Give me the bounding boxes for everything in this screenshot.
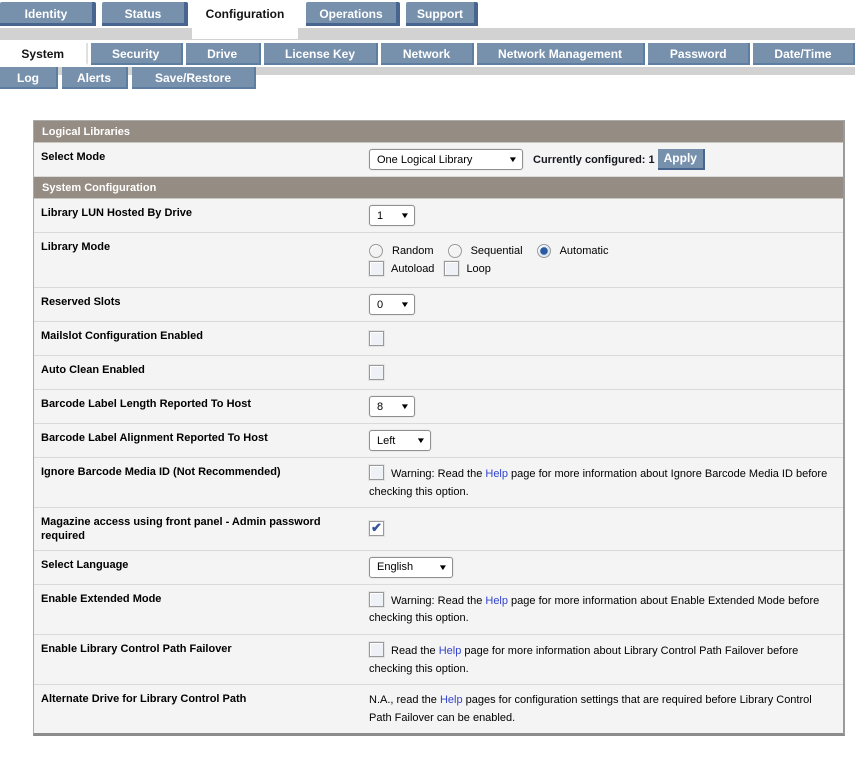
barcode-alignment-value: Left bbox=[377, 435, 395, 447]
reserved-slots-value: 0 bbox=[377, 299, 383, 311]
control-path-failover-checkbox[interactable] bbox=[369, 642, 384, 657]
table-row-ignore-barcode-media-id: Ignore Barcode Media ID (Not Recommended… bbox=[34, 458, 843, 508]
table-row-magazine-access: Magazine access using front panel - Admi… bbox=[34, 508, 843, 551]
tab-status[interactable]: Status bbox=[102, 2, 188, 26]
select-mode-value: One Logical Library bbox=[377, 154, 472, 166]
library-mode-radio-sequential[interactable] bbox=[448, 244, 462, 258]
tertiary-tab-bar: Log Alerts Save/Restore bbox=[0, 67, 855, 93]
row-label: Ignore Barcode Media ID (Not Recommended… bbox=[34, 458, 366, 507]
warning-text: Warning: Read the bbox=[391, 468, 485, 480]
table-row-select-language: Select Language English ▼ bbox=[34, 551, 843, 585]
row-label: Alternate Drive for Library Control Path bbox=[34, 685, 366, 733]
row-label: Library Mode bbox=[34, 233, 366, 287]
language-value: English bbox=[377, 561, 413, 573]
apply-button[interactable]: Apply bbox=[658, 149, 705, 170]
table-row-auto-clean: Auto Clean Enabled bbox=[34, 356, 843, 390]
barcode-alignment-dropdown[interactable]: Left ▼ bbox=[369, 430, 431, 451]
help-link[interactable]: Help bbox=[485, 468, 508, 480]
table-row-reserved-slots: Reserved Slots 0 ▼ bbox=[34, 288, 843, 322]
row-label: Reserved Slots bbox=[34, 288, 366, 321]
chevron-down-icon: ▼ bbox=[438, 563, 448, 572]
library-mode-radio-automatic[interactable] bbox=[537, 244, 551, 258]
tab-configuration[interactable]: Configuration bbox=[194, 2, 300, 26]
row-label: Mailslot Configuration Enabled bbox=[34, 322, 366, 355]
table-row-mailslot: Mailslot Configuration Enabled bbox=[34, 322, 843, 356]
tab-password[interactable]: Password bbox=[648, 43, 750, 65]
tab-save-restore[interactable]: Save/Restore bbox=[132, 67, 256, 89]
section-header-system-configuration: System Configuration bbox=[34, 177, 843, 199]
tab-date-time[interactable]: Date/Time bbox=[753, 43, 855, 65]
divider-strip bbox=[0, 28, 855, 40]
row-label: Select Mode bbox=[34, 143, 366, 176]
row-label: Enable Extended Mode bbox=[34, 585, 366, 634]
library-mode-radio-random[interactable] bbox=[369, 244, 383, 258]
info-text: N.A., read the bbox=[369, 694, 440, 706]
tab-network-management[interactable]: Network Management bbox=[477, 43, 646, 65]
table-row-library-lun: Library LUN Hosted By Drive 1 ▼ bbox=[34, 199, 843, 233]
secondary-tab-bar: System Security Drive License Key Networ… bbox=[0, 43, 855, 65]
table-row-alternate-drive: Alternate Drive for Library Control Path… bbox=[34, 685, 843, 733]
row-label: Barcode Label Length Reported To Host bbox=[34, 390, 366, 423]
table-row-barcode-length: Barcode Label Length Reported To Host 8 … bbox=[34, 390, 843, 424]
chevron-down-icon: ▼ bbox=[400, 402, 410, 411]
tab-support[interactable]: Support bbox=[406, 2, 478, 26]
barcode-length-value: 8 bbox=[377, 401, 383, 413]
info-text: Read the bbox=[391, 645, 439, 657]
table-row-library-mode: Library Mode Random Sequential Automatic… bbox=[34, 233, 843, 288]
table-row-extended-mode: Enable Extended Mode Warning: Read the H… bbox=[34, 585, 843, 635]
help-link[interactable]: Help bbox=[440, 694, 463, 706]
row-label: Select Language bbox=[34, 551, 366, 584]
tab-license-key[interactable]: License Key bbox=[264, 43, 379, 65]
help-link[interactable]: Help bbox=[439, 645, 462, 657]
tab-operations[interactable]: Operations bbox=[306, 2, 400, 26]
table-row-control-path-failover: Enable Library Control Path Failover Rea… bbox=[34, 635, 843, 685]
auto-clean-enabled-checkbox[interactable] bbox=[369, 365, 384, 380]
chevron-down-icon: ▼ bbox=[416, 436, 426, 445]
mailslot-enabled-checkbox[interactable] bbox=[369, 331, 384, 346]
barcode-length-dropdown[interactable]: 8 ▼ bbox=[369, 396, 415, 417]
tab-system[interactable]: System bbox=[0, 43, 88, 65]
warning-text: Warning: Read the bbox=[391, 595, 485, 607]
primary-tab-bar: Identity Status Configuration Operations… bbox=[0, 0, 855, 26]
library-lun-dropdown[interactable]: 1 ▼ bbox=[369, 205, 415, 226]
row-label: Barcode Label Alignment Reported To Host bbox=[34, 424, 366, 457]
magazine-access-checkbox[interactable] bbox=[369, 521, 384, 536]
tab-network[interactable]: Network bbox=[381, 43, 473, 65]
language-dropdown[interactable]: English ▼ bbox=[369, 557, 453, 578]
system-configuration-table: Logical Libraries Select Mode One Logica… bbox=[33, 120, 845, 736]
checkbox-label-autoload: Autoload bbox=[391, 263, 434, 275]
reserved-slots-dropdown[interactable]: 0 ▼ bbox=[369, 294, 415, 315]
tab-drive[interactable]: Drive bbox=[186, 43, 261, 65]
chevron-down-icon: ▼ bbox=[400, 211, 410, 220]
table-row-barcode-alignment: Barcode Label Alignment Reported To Host… bbox=[34, 424, 843, 458]
loop-checkbox[interactable] bbox=[444, 261, 459, 276]
currently-configured-text: Currently configured: 1 bbox=[533, 154, 655, 166]
autoload-checkbox[interactable] bbox=[369, 261, 384, 276]
chevron-down-icon: ▼ bbox=[400, 300, 410, 309]
ignore-barcode-checkbox[interactable] bbox=[369, 465, 384, 480]
checkbox-label-loop: Loop bbox=[466, 263, 490, 275]
tab-security[interactable]: Security bbox=[91, 43, 183, 65]
row-label: Library LUN Hosted By Drive bbox=[34, 199, 366, 232]
chevron-down-icon: ▼ bbox=[508, 155, 518, 164]
row-label: Magazine access using front panel - Admi… bbox=[34, 508, 366, 550]
row-label: Enable Library Control Path Failover bbox=[34, 635, 366, 684]
extended-mode-checkbox[interactable] bbox=[369, 592, 384, 607]
tab-identity[interactable]: Identity bbox=[0, 2, 96, 26]
section-header-logical-libraries: Logical Libraries bbox=[34, 121, 843, 143]
tab-alerts[interactable]: Alerts bbox=[62, 67, 128, 89]
table-row-select-mode: Select Mode One Logical Library ▼ Curren… bbox=[34, 143, 843, 177]
radio-label-sequential: Sequential bbox=[471, 245, 523, 257]
help-link[interactable]: Help bbox=[485, 595, 508, 607]
select-mode-dropdown[interactable]: One Logical Library ▼ bbox=[369, 149, 523, 170]
tab-log[interactable]: Log bbox=[0, 67, 58, 89]
radio-label-random: Random bbox=[392, 245, 434, 257]
radio-label-automatic: Automatic bbox=[560, 245, 609, 257]
row-label: Auto Clean Enabled bbox=[34, 356, 366, 389]
library-lun-value: 1 bbox=[377, 210, 383, 222]
